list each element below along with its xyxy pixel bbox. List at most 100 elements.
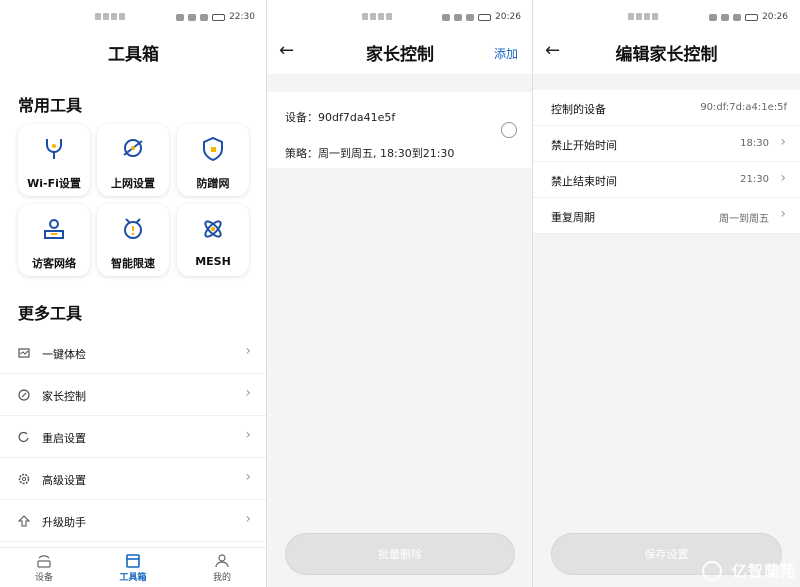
speed-limit-icon — [124, 218, 142, 239]
rule-card[interactable]: 设备：90df7da41e5f 策略：周一到周五, 18:30到21:30 — [267, 92, 533, 168]
battery-icon — [478, 13, 492, 21]
parental-control-icon — [18, 389, 30, 401]
status-bar: 22:30 — [0, 0, 267, 30]
list-item-label: 重启设置 — [42, 432, 86, 445]
edit-parental-control-screen: 20:26 ← 编辑家长控制 控制的设备 90:df:7d:a4:1e:5f 禁… — [533, 0, 800, 587]
toolbox-icon — [126, 554, 140, 568]
rule-policy: 策略：周一到周五, 18:30到21:30 — [285, 147, 455, 160]
watermark: 亿智蘭苑 — [731, 562, 796, 580]
tab-label: 设备 — [34, 573, 53, 583]
common-tools-title: 常用工具 — [18, 96, 83, 115]
nfc-icon — [188, 13, 197, 21]
tab-devices[interactable]: 设备 — [14, 554, 74, 583]
controlled-device-row: 控制的设备 90:df:7d:a4:1e:5f — [533, 90, 800, 126]
tab-toolbox[interactable]: 工具箱 — [103, 554, 163, 583]
battery-icon — [212, 13, 226, 21]
tab-label: 工具箱 — [119, 573, 147, 583]
guest-network-tile[interactable]: 访客网络 — [18, 204, 90, 276]
upgrade-icon — [18, 515, 30, 527]
status-time: 20:26 — [495, 12, 521, 22]
tile-label: 访客网络 — [32, 257, 76, 270]
chevron-right-icon: › — [245, 427, 251, 443]
anti-leech-tile[interactable]: 防蹭网 — [177, 124, 249, 196]
list-item-advanced[interactable]: 高级设置 › — [0, 458, 267, 500]
chevron-right-icon: › — [780, 170, 786, 186]
speed-limit-tile[interactable]: 智能限速 — [97, 204, 169, 276]
row-value: 90:df:7d:a4:1e:5f — [700, 102, 787, 113]
checkup-icon — [18, 348, 30, 358]
list-item-parental-control[interactable]: 家长控制 › — [0, 374, 267, 416]
row-key: 禁止开始时间 — [551, 139, 617, 152]
panel-divider — [266, 0, 267, 587]
bluetooth-icon — [466, 13, 475, 21]
eye-icon — [176, 13, 185, 21]
router-icon — [37, 555, 51, 568]
list-item-label: 家长控制 — [42, 390, 86, 403]
panel-divider — [532, 0, 533, 587]
chevron-right-icon: › — [780, 134, 786, 150]
rule-device: 设备：90df7da41e5f — [285, 111, 396, 124]
internet-settings-tile[interactable]: 上网设置 — [97, 124, 169, 196]
status-time: 22:30 — [229, 12, 255, 22]
bluetooth-icon — [200, 13, 209, 21]
status-bar: 20:26 — [267, 0, 533, 30]
row-value: 21:30 — [740, 174, 769, 185]
row-key: 重复周期 — [551, 211, 595, 224]
list-item-upgrade[interactable]: 升级助手 › — [0, 500, 267, 542]
parental-control-screen: 20:26 ← 家长控制 添加 设备：90df7da41e5f 策略：周一到周五… — [267, 0, 533, 587]
start-time-row[interactable]: 禁止开始时间 18:30 › — [533, 126, 800, 162]
toolbox-screen: 22:30 工具箱 常用工具 Wi-Fi设置 上网设置 防蹭网 访客网络 智能限… — [0, 0, 267, 587]
tab-label: 我的 — [212, 573, 231, 583]
chevron-right-icon: › — [245, 385, 251, 401]
list-item-label: 高级设置 — [42, 474, 86, 487]
gear-icon — [18, 473, 30, 485]
eye-icon — [442, 13, 451, 21]
row-value: 周一到周五 — [719, 214, 769, 225]
more-tools-title: 更多工具 — [18, 304, 83, 323]
chevron-right-icon: › — [245, 343, 251, 359]
chevron-right-icon: › — [780, 206, 786, 222]
header: ← 家长控制 添加 — [267, 30, 533, 74]
chevron-right-icon: › — [245, 469, 251, 485]
status-time: 20:26 — [762, 12, 788, 22]
nfc-icon — [721, 13, 730, 21]
repeat-row[interactable]: 重复周期 周一到周五 › — [533, 198, 800, 234]
tab-me[interactable]: 我的 — [192, 554, 252, 583]
page-title: 工具箱 — [108, 45, 159, 65]
eye-icon — [709, 13, 718, 21]
list-item-label: 一键体检 — [42, 348, 86, 361]
row-key: 控制的设备 — [551, 103, 606, 116]
notification-icons — [628, 13, 664, 21]
shield-icon — [203, 136, 223, 162]
row-value: 18:30 — [740, 138, 769, 149]
restart-icon — [18, 431, 29, 442]
list-item-label: 升级助手 — [42, 516, 86, 529]
nfc-icon — [454, 13, 463, 21]
battery-icon — [745, 13, 759, 21]
mesh-tile[interactable]: MESH — [177, 204, 249, 276]
bluetooth-icon — [733, 13, 742, 21]
add-button[interactable]: 添加 — [494, 45, 518, 62]
chevron-right-icon: › — [245, 511, 251, 527]
tile-label: Wi-Fi设置 — [27, 177, 81, 190]
tile-label: 上网设置 — [111, 177, 155, 190]
bottom-nav: 设备 工具箱 我的 — [0, 547, 267, 587]
notification-icons — [95, 13, 131, 21]
guest-network-icon — [44, 219, 64, 239]
header: ← 编辑家长控制 — [533, 30, 800, 74]
select-radio[interactable] — [501, 122, 517, 138]
list-item-restart[interactable]: 重启设置 › — [0, 416, 267, 458]
end-time-row[interactable]: 禁止结束时间 21:30 › — [533, 162, 800, 198]
mesh-icon — [204, 220, 222, 238]
batch-delete-button[interactable]: 批量删除 — [285, 533, 515, 575]
tile-label: 防蹭网 — [196, 177, 230, 190]
internet-settings-icon — [123, 139, 143, 157]
notification-icons — [362, 13, 398, 21]
tile-label: 智能限速 — [111, 257, 155, 270]
wifi-settings-icon — [46, 139, 62, 159]
user-icon — [215, 554, 229, 568]
list-item-checkup[interactable]: 一键体检 › — [0, 332, 267, 374]
page-title: 编辑家长控制 — [615, 45, 718, 65]
wifi-settings-tile[interactable]: Wi-Fi设置 — [18, 124, 90, 196]
header: 工具箱 — [0, 30, 267, 74]
